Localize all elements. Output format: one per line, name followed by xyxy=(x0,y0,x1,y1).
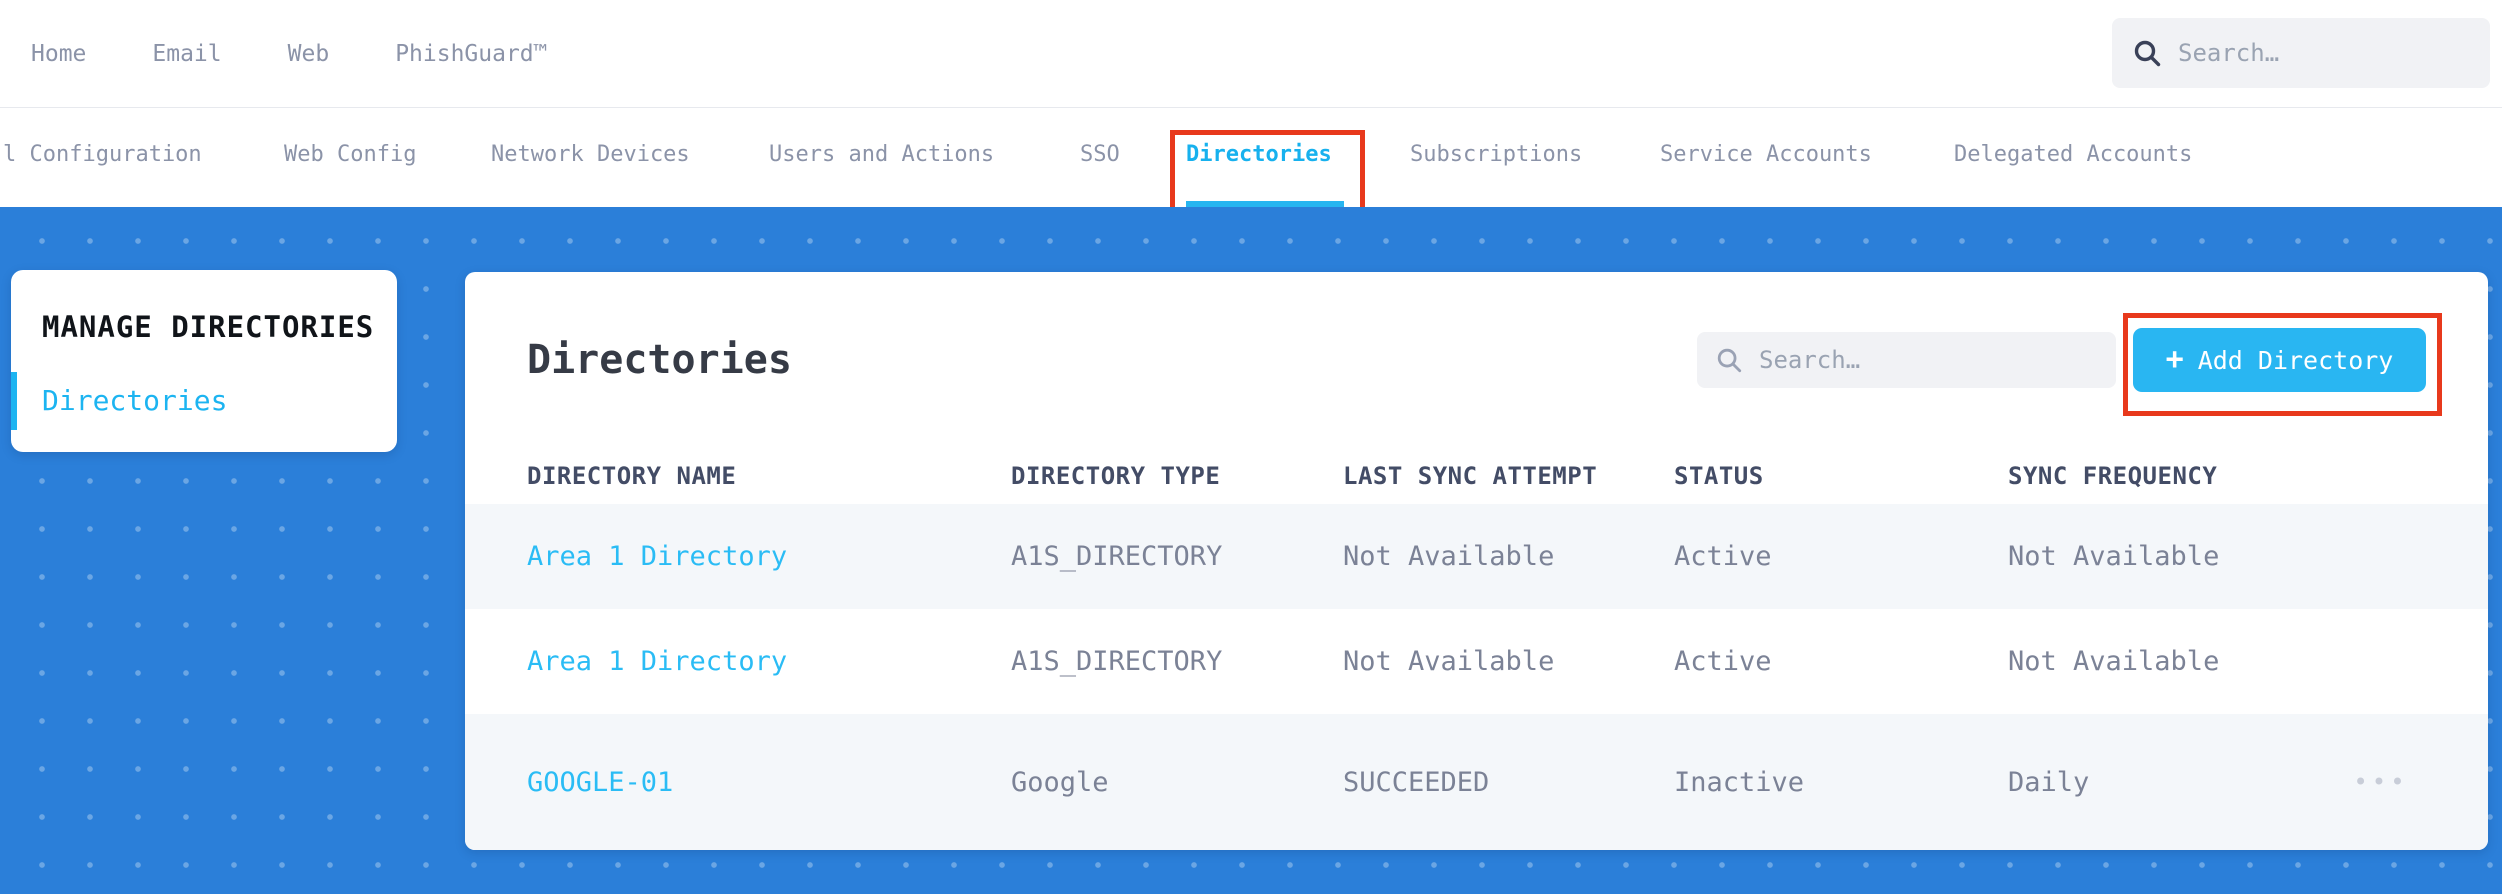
content-area: MANAGE DIRECTORIES Directories Directori… xyxy=(0,207,2502,894)
table-row: Area 1 Directory A1S_DIRECTORY Not Avail… xyxy=(465,609,2488,714)
directory-name-link[interactable]: Area 1 Directory xyxy=(527,646,787,677)
last-sync-cell: Not Available xyxy=(1343,646,1555,677)
column-sync-frequency: SYNC FREQUENCY xyxy=(2008,462,2218,490)
tab-delegated-accounts[interactable]: Delegated Accounts xyxy=(1954,108,2192,201)
status-cell: Active xyxy=(1674,646,1772,677)
global-search-input[interactable] xyxy=(2178,39,2470,67)
sidebar-item-directories[interactable]: Directories xyxy=(10,372,227,430)
search-icon xyxy=(1717,348,1742,373)
nav-item-phishguard[interactable]: PhishGuard™ xyxy=(395,41,547,67)
nav-item-web[interactable]: Web xyxy=(288,41,330,67)
card-header: Directories + Add Directory xyxy=(465,272,2488,448)
manage-directories-panel: MANAGE DIRECTORIES Directories xyxy=(10,270,397,452)
directories-card: Directories + Add Directory DIRECTORY NA… xyxy=(465,272,2488,850)
tab-sso[interactable]: SSO xyxy=(1080,108,1120,201)
table-row: GOOGLE-01 Google SUCCEEDED Inactive Dail… xyxy=(465,714,2488,850)
table-row: Area 1 Directory A1S_DIRECTORY Not Avail… xyxy=(465,504,2488,609)
annotation-box-add-directory xyxy=(2123,313,2442,416)
column-last-sync: LAST SYNC ATTEMPT xyxy=(1343,462,1598,490)
top-nav-bar: Home Email Web PhishGuard™ xyxy=(0,0,2502,108)
tab-web-config[interactable]: Web Config xyxy=(284,108,416,201)
sync-frequency-cell: Not Available xyxy=(2008,541,2220,572)
directory-name-link[interactable]: GOOGLE-01 xyxy=(527,767,673,798)
directory-type-cell: Google xyxy=(1011,766,1109,798)
tab-service-accounts[interactable]: Service Accounts xyxy=(1660,108,1872,201)
tab-email-configuration[interactable]: l Configuration xyxy=(3,108,202,201)
directory-type-cell: A1S_DIRECTORY xyxy=(1011,646,1223,677)
row-menu-ellipsis-icon[interactable]: ••• xyxy=(2353,770,2408,794)
settings-tabs-bar: l Configuration Web Config Network Devic… xyxy=(0,108,2502,227)
last-sync-cell: SUCCEEDED xyxy=(1343,766,1490,798)
nav-item-email[interactable]: Email xyxy=(152,41,221,67)
table-header-row: DIRECTORY NAME DIRECTORY TYPE LAST SYNC … xyxy=(465,448,2488,504)
search-icon xyxy=(2134,40,2161,67)
tab-subscriptions[interactable]: Subscriptions xyxy=(1410,108,1582,201)
tab-users-and-actions[interactable]: Users and Actions xyxy=(769,108,994,201)
nav-item-home[interactable]: Home xyxy=(31,41,86,67)
status-cell: Active xyxy=(1674,541,1772,572)
column-directory-type: DIRECTORY TYPE xyxy=(1011,462,1221,490)
page-title: Directories xyxy=(527,337,792,383)
directories-search[interactable] xyxy=(1697,332,2116,388)
sync-frequency-cell: Daily xyxy=(2008,766,2090,798)
status-cell: Inactive xyxy=(1674,766,1805,798)
column-directory-name: DIRECTORY NAME xyxy=(527,462,737,490)
directory-name-link[interactable]: Area 1 Directory xyxy=(527,541,787,572)
directories-search-input[interactable] xyxy=(1759,346,2098,374)
panel-title: MANAGE DIRECTORIES xyxy=(42,310,375,344)
global-search[interactable] xyxy=(2112,18,2490,88)
directory-type-cell: A1S_DIRECTORY xyxy=(1011,541,1223,572)
tab-network-devices[interactable]: Network Devices xyxy=(491,108,690,201)
column-status: STATUS xyxy=(1674,462,1764,490)
last-sync-cell: Not Available xyxy=(1343,541,1555,572)
primary-nav: Home Email Web PhishGuard™ xyxy=(0,41,548,67)
sync-frequency-cell: Not Available xyxy=(2008,646,2220,677)
